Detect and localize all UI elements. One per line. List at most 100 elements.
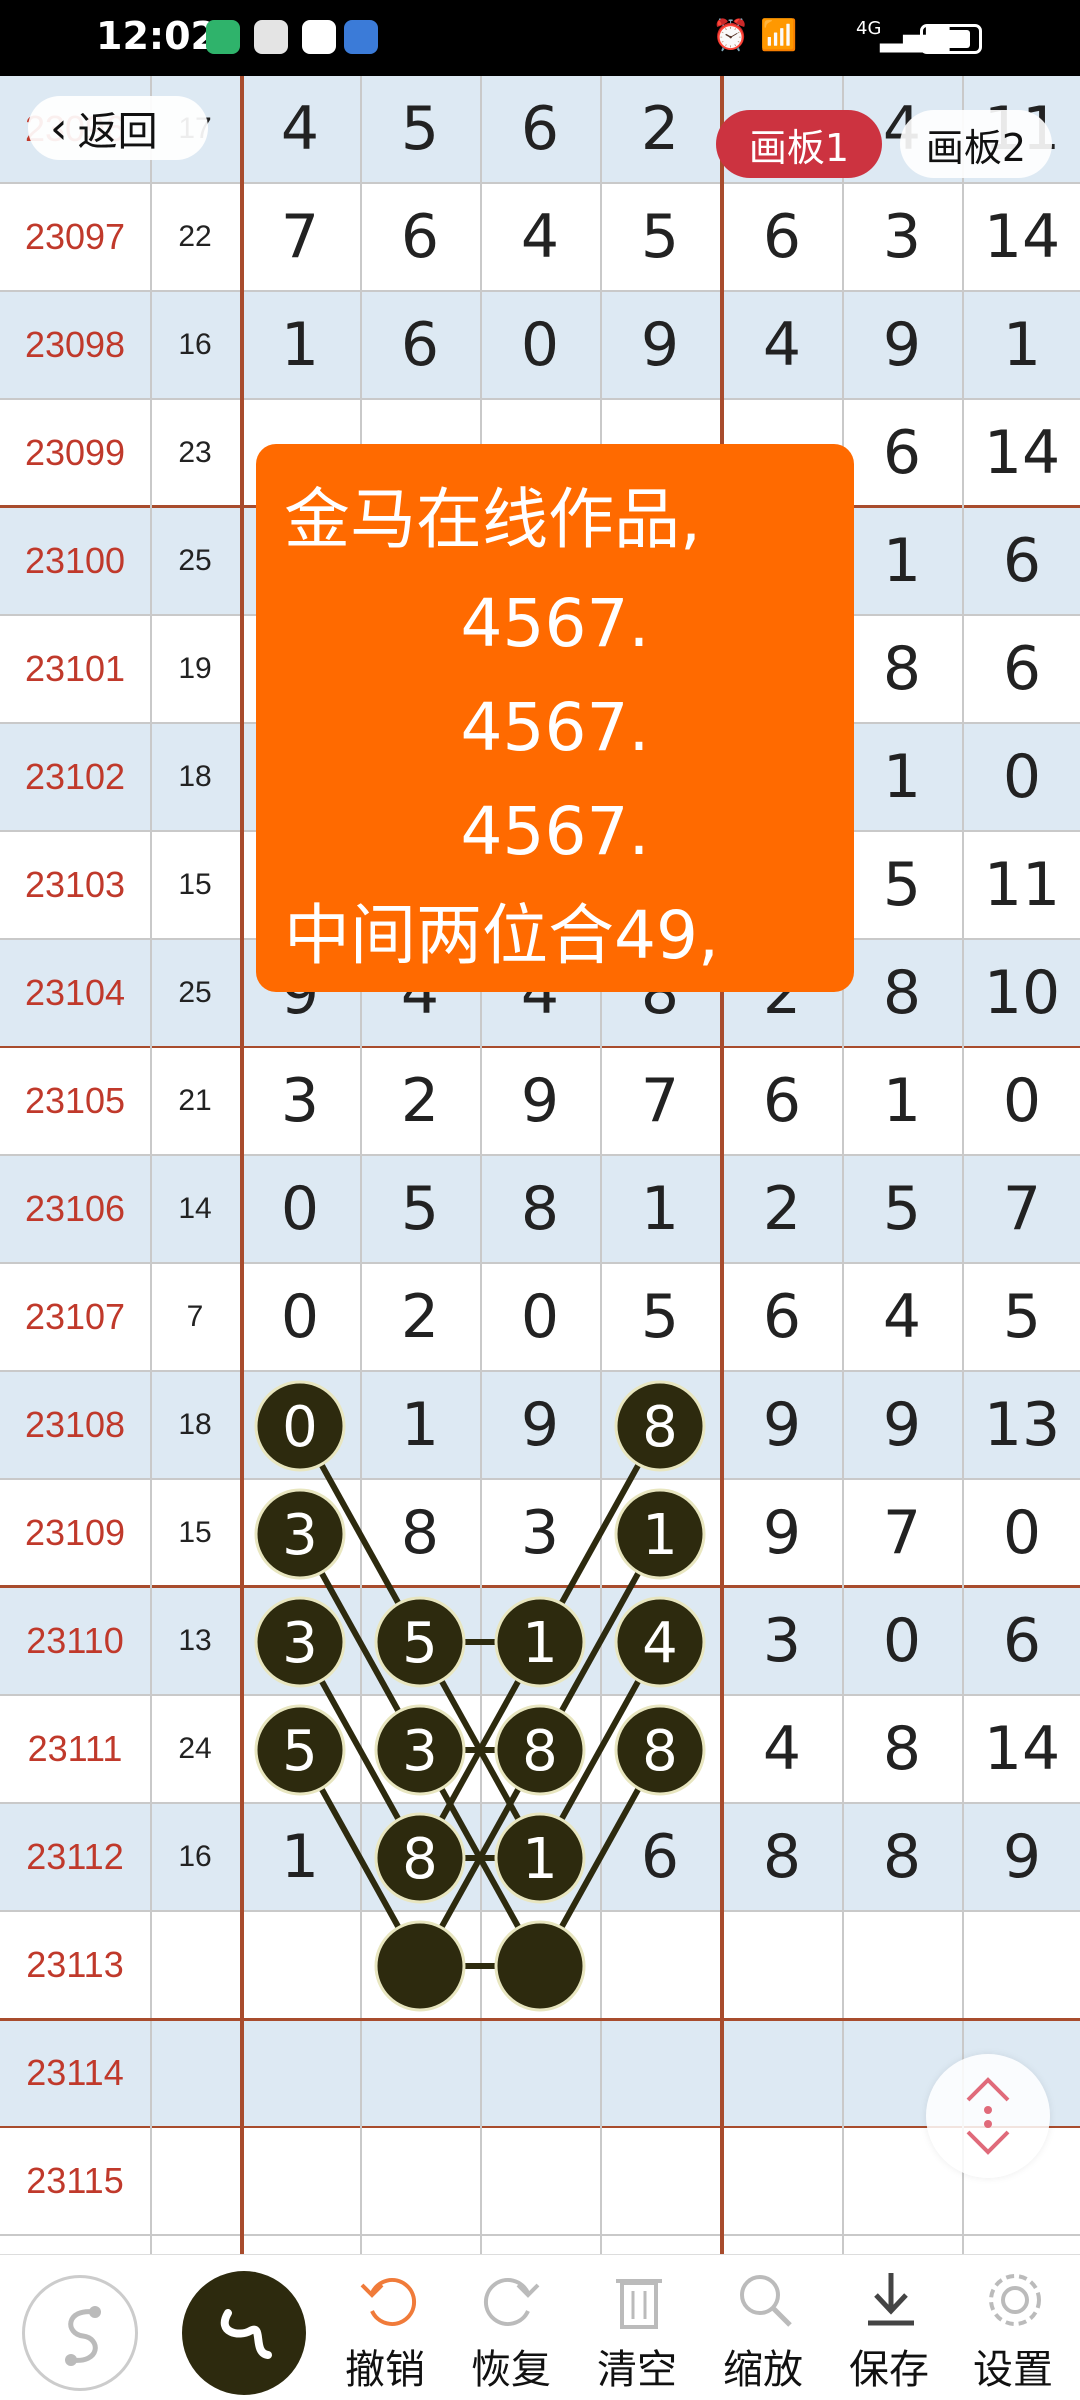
number-cell[interactable]: 9 <box>722 1480 842 1586</box>
annotation-note[interactable]: 金马在线作品, 4567. 4567. 4567. 中间两位合49, <box>256 444 854 992</box>
number-cell[interactable]: 14 <box>962 1696 1080 1802</box>
number-cell[interactable] <box>360 1912 480 2018</box>
number-cell[interactable] <box>600 2020 720 2126</box>
number-cell[interactable]: 4 <box>240 76 360 182</box>
number-cell[interactable]: 1 <box>842 724 962 830</box>
number-cell[interactable]: 4 <box>480 184 600 290</box>
number-cell[interactable]: 8 <box>480 1696 600 1802</box>
number-cell[interactable]: 7 <box>842 1480 962 1586</box>
number-cell[interactable]: 1 <box>240 1804 360 1910</box>
number-cell[interactable]: 7 <box>600 1048 720 1154</box>
number-cell[interactable]: 3 <box>240 1480 360 1586</box>
number-cell[interactable]: 1 <box>962 292 1080 398</box>
number-cell[interactable]: 1 <box>360 1372 480 1478</box>
number-cell[interactable]: 11 <box>962 832 1080 938</box>
number-cell[interactable]: 0 <box>962 1048 1080 1154</box>
number-cell[interactable]: 6 <box>600 1804 720 1910</box>
number-cell[interactable]: 10 <box>962 940 1080 1046</box>
number-cell[interactable]: 4 <box>842 1264 962 1370</box>
chart-grid[interactable]: 2309617456241123097227645631423098161609… <box>0 76 1080 2254</box>
number-cell[interactable]: 8 <box>722 1804 842 1910</box>
number-cell[interactable] <box>240 2020 360 2126</box>
scroll-toggle-button[interactable] <box>926 2054 1050 2178</box>
number-cell[interactable]: 1 <box>842 1048 962 1154</box>
number-cell[interactable] <box>480 2128 600 2234</box>
number-cell[interactable]: 3 <box>360 1696 480 1802</box>
pen-mode-button[interactable] <box>22 2275 138 2391</box>
number-cell[interactable]: 1 <box>480 1804 600 1910</box>
number-cell[interactable]: 14 <box>962 184 1080 290</box>
number-cell[interactable]: 4 <box>722 1696 842 1802</box>
number-cell[interactable]: 14 <box>962 400 1080 506</box>
number-cell[interactable]: 6 <box>360 184 480 290</box>
number-cell[interactable]: 6 <box>480 76 600 182</box>
number-cell[interactable] <box>240 1912 360 2018</box>
number-cell[interactable] <box>600 1912 720 2018</box>
number-cell[interactable]: 0 <box>240 1372 360 1478</box>
number-cell[interactable]: 1 <box>842 508 962 614</box>
number-cell[interactable]: 1 <box>600 1480 720 1586</box>
number-cell[interactable]: 0 <box>240 1264 360 1370</box>
settings-button[interactable]: 设置 <box>958 2255 1068 2400</box>
tab-board-1[interactable]: 画板1 <box>716 110 882 178</box>
zoom-button[interactable]: 缩放 <box>708 2255 818 2400</box>
number-cell[interactable]: 2 <box>360 1264 480 1370</box>
number-cell[interactable]: 6 <box>962 1588 1080 1694</box>
draw-mode-button[interactable] <box>182 2271 306 2395</box>
number-cell[interactable]: 5 <box>240 1696 360 1802</box>
number-cell[interactable]: 5 <box>360 76 480 182</box>
number-cell[interactable] <box>842 1912 962 2018</box>
number-cell[interactable]: 0 <box>842 1588 962 1694</box>
number-cell[interactable]: 8 <box>842 1804 962 1910</box>
number-cell[interactable]: 2 <box>360 1048 480 1154</box>
number-cell[interactable]: 13 <box>962 1372 1080 1478</box>
number-cell[interactable]: 9 <box>722 1372 842 1478</box>
number-cell[interactable]: 0 <box>240 1156 360 1262</box>
number-cell[interactable]: 0 <box>962 1480 1080 1586</box>
number-cell[interactable]: 6 <box>962 508 1080 614</box>
number-cell[interactable] <box>240 2128 360 2234</box>
number-cell[interactable]: 4 <box>722 292 842 398</box>
save-button[interactable]: 保存 <box>834 2255 944 2400</box>
number-cell[interactable]: 8 <box>842 940 962 1046</box>
number-cell[interactable]: 0 <box>480 292 600 398</box>
number-cell[interactable]: 2 <box>600 76 720 182</box>
number-cell[interactable]: 9 <box>480 1372 600 1478</box>
number-cell[interactable]: 8 <box>360 1804 480 1910</box>
number-cell[interactable]: 5 <box>962 1264 1080 1370</box>
undo-button[interactable]: 撤销 <box>330 2255 440 2400</box>
number-cell[interactable]: 1 <box>240 292 360 398</box>
number-cell[interactable]: 9 <box>842 292 962 398</box>
number-cell[interactable]: 1 <box>480 1588 600 1694</box>
number-cell[interactable]: 3 <box>240 1588 360 1694</box>
number-cell[interactable]: 2 <box>722 1156 842 1262</box>
number-cell[interactable]: 5 <box>842 832 962 938</box>
number-cell[interactable]: 9 <box>962 1804 1080 1910</box>
number-cell[interactable]: 8 <box>600 1696 720 1802</box>
number-cell[interactable]: 3 <box>722 1588 842 1694</box>
clear-button[interactable]: 清空 <box>582 2255 692 2400</box>
number-cell[interactable]: 6 <box>962 616 1080 722</box>
number-cell[interactable]: 7 <box>240 184 360 290</box>
number-cell[interactable]: 8 <box>360 1480 480 1586</box>
tab-board-2[interactable]: 画板2 <box>900 110 1052 178</box>
number-cell[interactable] <box>360 2128 480 2234</box>
number-cell[interactable]: 4 <box>600 1588 720 1694</box>
number-cell[interactable] <box>722 2020 842 2126</box>
back-button[interactable]: ‹ 返回 <box>28 96 208 160</box>
number-cell[interactable]: 5 <box>600 1264 720 1370</box>
number-cell[interactable]: 8 <box>480 1156 600 1262</box>
number-cell[interactable]: 5 <box>360 1156 480 1262</box>
number-cell[interactable]: 9 <box>480 1048 600 1154</box>
number-cell[interactable] <box>722 2128 842 2234</box>
number-cell[interactable]: 0 <box>480 1264 600 1370</box>
number-cell[interactable] <box>480 2020 600 2126</box>
number-cell[interactable]: 5 <box>600 184 720 290</box>
redo-button[interactable]: 恢复 <box>456 2255 566 2400</box>
number-cell[interactable]: 7 <box>962 1156 1080 1262</box>
number-cell[interactable]: 6 <box>360 292 480 398</box>
number-cell[interactable]: 8 <box>842 1696 962 1802</box>
number-cell[interactable]: 8 <box>842 616 962 722</box>
number-cell[interactable]: 6 <box>722 184 842 290</box>
number-cell[interactable] <box>962 1912 1080 2018</box>
